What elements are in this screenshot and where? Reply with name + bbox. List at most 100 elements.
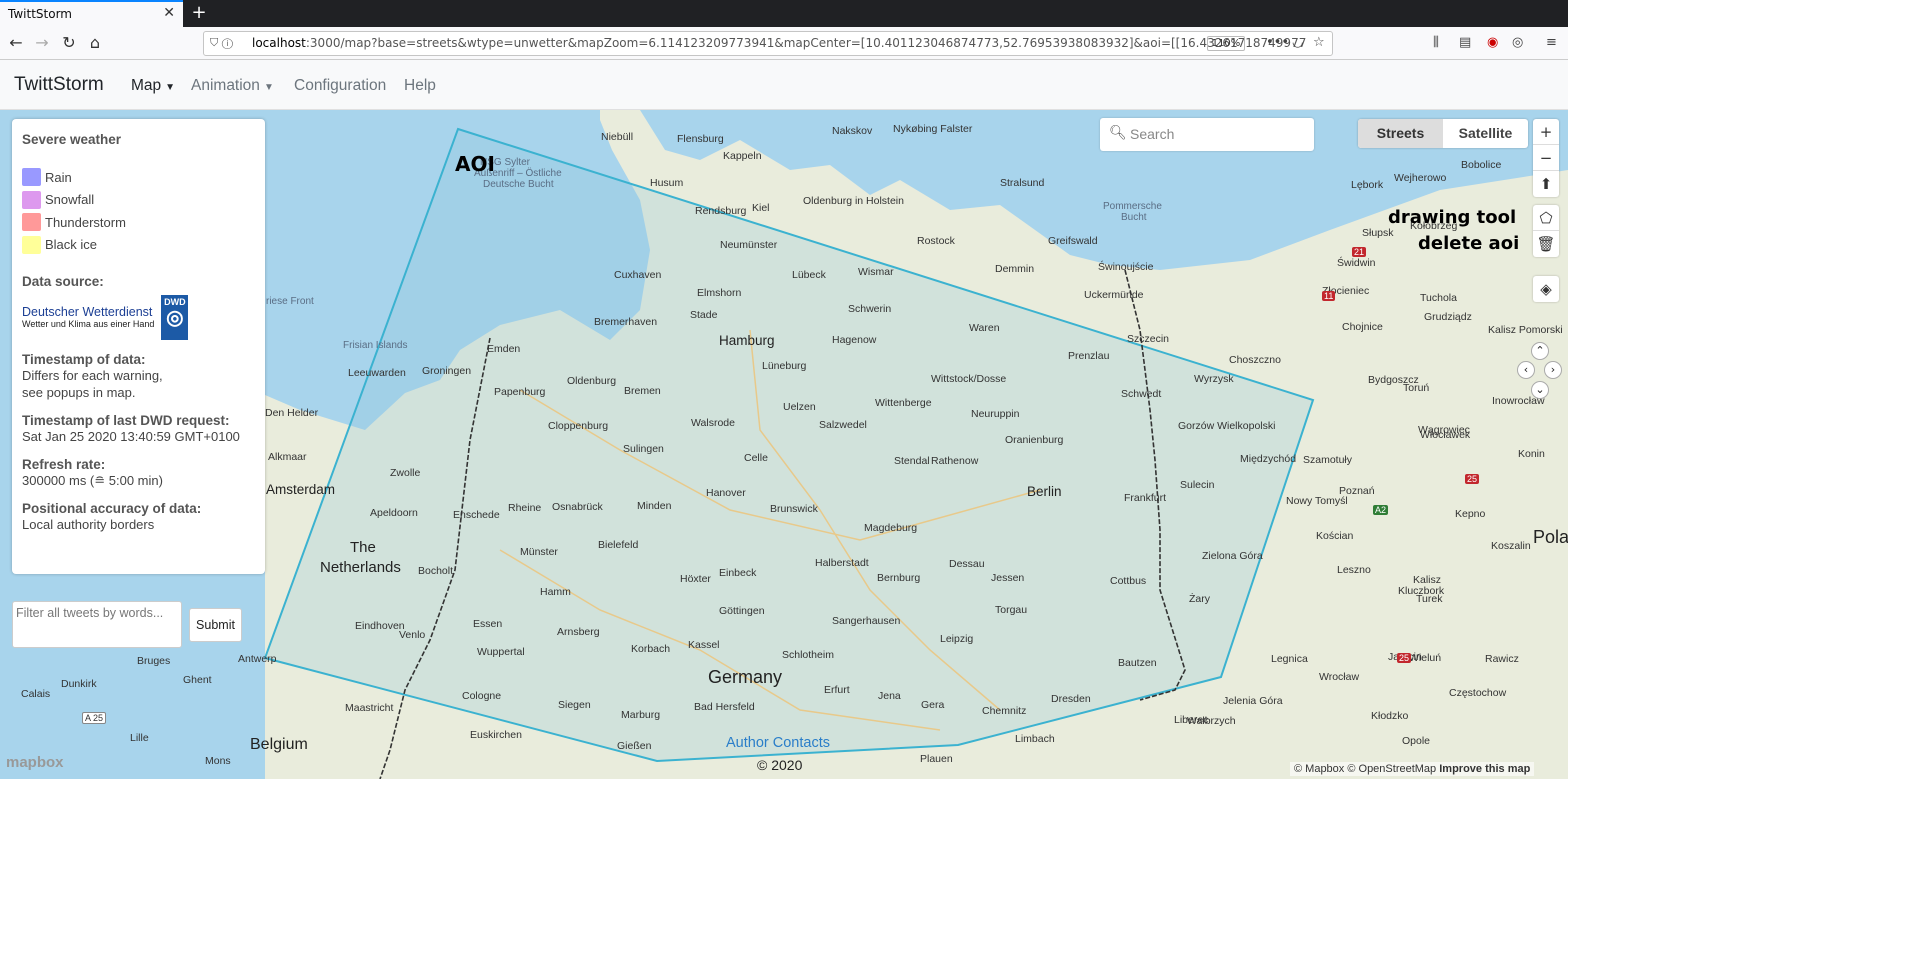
back-icon[interactable]: ← [5,33,27,52]
zoom-in-icon[interactable]: + [1533,119,1559,145]
city-label: Frankfurt [1124,492,1167,504]
menu-icon[interactable]: ≡ [1546,35,1557,50]
map-label-belgium: Belgium [250,736,308,753]
style-satellite-button[interactable]: Satellite [1443,119,1528,148]
city-label: Erfurt [824,684,850,696]
nav-help[interactable]: Help [404,77,436,95]
extension-icon[interactable]: ◉ [1487,35,1498,50]
home-icon[interactable]: ⌂ [84,33,106,52]
city-label: Włocławek [1420,429,1471,441]
zoom-out-icon[interactable]: − [1533,145,1559,171]
city-label: Sulingen [623,443,664,455]
zoom-indicator[interactable]: 110% [1207,36,1245,51]
mapbox-logo[interactable]: mapbox [6,754,64,771]
attribution-text[interactable]: © Mapbox © OpenStreetMap [1294,763,1436,775]
legend-item-thunderstorm: Thunderstorm [22,211,255,234]
city-label: Torgau [995,604,1028,616]
compass-icon[interactable]: ⬆ [1533,171,1559,197]
city-label: Schlotheim [782,649,834,661]
city-label: Bautzen [1118,657,1157,669]
legend-label: Black ice [45,237,98,253]
browser-tab[interactable]: TwittStorm ✕ [0,0,183,27]
legend-item-black-ice: Black ice [22,234,255,257]
city-label: Halberstadt [815,557,869,569]
zoom-controls: + − ⬆ [1533,119,1559,197]
url-bar[interactable]: localhost:3000/map?base=streets&wtype=un… [203,31,1333,56]
city-label: Wieluń [1409,652,1442,664]
city-label: Schwerin [848,303,892,315]
pan-left-icon[interactable]: ‹ [1517,361,1535,379]
map-label-netherlands: The [350,539,376,556]
city-label: Opole [1402,735,1431,747]
map-search-input[interactable]: 🔍︎ Search [1100,118,1314,151]
city-label: Hamm [540,586,571,598]
tweet-filter-input[interactable]: Filter all tweets by words... [12,601,182,648]
legend-panel: Severe weather Rain Snowfall Thunderstor… [12,119,265,574]
city-label: Niebüll [601,131,634,143]
style-streets-button[interactable]: Streets [1358,119,1443,148]
city-label: Limbach [1015,733,1055,745]
city-label: Jelenia Góra [1223,695,1283,707]
city-label: Rheine [508,502,542,514]
account-icon[interactable]: ◎ [1512,35,1523,50]
city-label: Szczecin [1127,333,1170,345]
city-label: Magdeburg [864,522,918,534]
submit-button[interactable]: Submit [189,608,242,642]
city-label: Marburg [621,709,661,721]
accuracy-title: Positional accuracy of data: [22,501,202,516]
city-label: Chemnitz [982,705,1027,717]
reload-icon[interactable]: ↻ [58,33,80,52]
trash-icon[interactable]: 🗑︎ [1533,231,1559,257]
dwd-logo-text: DWD [164,297,186,307]
city-label: Kalisz Pomorski [1488,324,1563,336]
dwd-tagline: Wetter und Klima aus einer Hand [22,318,155,329]
city-label: Międzychód [1240,453,1297,465]
brand[interactable]: TwittStorm [14,74,104,96]
road-shield: 21 [1352,247,1367,257]
pan-up-icon[interactable]: ⌃ [1531,342,1549,360]
city-label: Zielona Góra [1202,550,1263,562]
last-request-title: Timestamp of last DWD request: [22,413,230,428]
search-placeholder: Search [1130,126,1175,142]
sidebar-icon[interactable]: ▤ [1459,35,1471,50]
city-label: Papenburg [494,386,546,398]
city-label: Enschede [453,509,500,521]
city-label: Cloppenburg [548,420,609,432]
forward-icon[interactable]: → [31,33,53,52]
library-icon[interactable]: ⫼ [1433,35,1439,50]
nav-animation[interactable]: Animation ▼ [191,77,274,95]
improve-map-link[interactable]: Improve this map [1439,763,1530,775]
city-label: Toruń [1403,382,1430,394]
page-actions-icon[interactable]: ••• [1266,35,1289,50]
layers-icon[interactable]: ◈ [1533,276,1559,302]
nav-map[interactable]: Map ▼ [131,77,175,95]
pan-down-icon[interactable]: ⌄ [1531,381,1549,399]
polygon-draw-icon[interactable]: ⬠ [1533,205,1559,231]
map-label-netherlands: Netherlands [320,559,401,576]
pocket-icon[interactable]: ◡ [1292,35,1303,50]
city-label: Choszczno [1229,354,1281,366]
new-tab-icon[interactable]: + [189,2,209,23]
pan-right-icon[interactable]: › [1544,361,1562,379]
author-contacts-link[interactable]: Author Contacts [726,735,830,751]
site-info-icon[interactable]: ⛉ ⓘ [210,36,233,50]
delete-aoi-label: delete aoi [1418,233,1520,254]
city-label: Antwerp [238,653,277,665]
map-style-switcher: Streets Satellite [1358,119,1528,148]
city-label: Tuchola [1420,292,1457,304]
city-label: Walsrode [691,417,735,429]
aoi-label: AOI [455,152,495,176]
city-label: Schwedt [1121,388,1162,400]
city-label: Nykøbing Falster [893,123,973,135]
city-label: Wuppertal [477,646,525,658]
bookmark-star-icon[interactable]: ☆ [1313,35,1325,50]
city-label: Wismar [858,266,894,278]
url-host: localhost [252,36,306,50]
nav-configuration[interactable]: Configuration [294,77,386,95]
close-tab-icon[interactable]: ✕ [163,5,175,21]
timestamp-title: Timestamp of data: [22,352,146,367]
rain-swatch [22,168,41,187]
dwd-logo[interactable]: Deutscher Wetterdienst Wetter und Klima … [22,295,255,340]
city-label: Lille [130,732,149,744]
legend-label: Snowfall [45,192,95,208]
